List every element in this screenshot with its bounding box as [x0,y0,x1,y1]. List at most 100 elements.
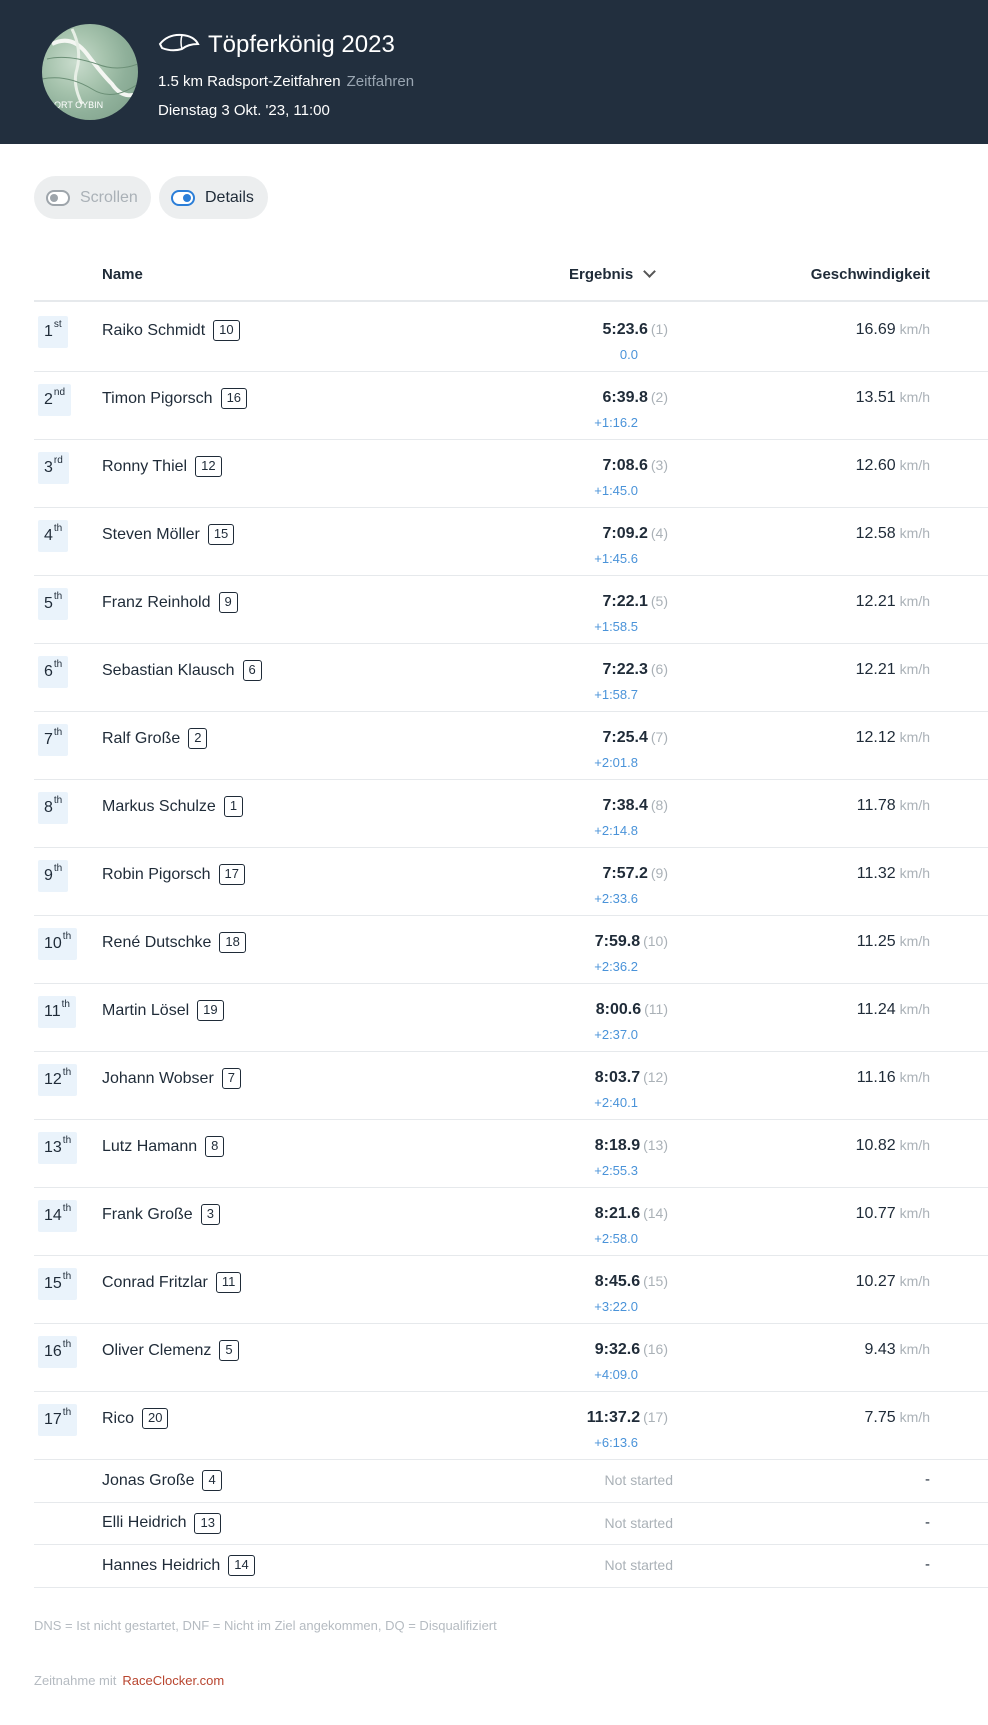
table-row[interactable]: 6th Sebastian Klausch 6 7:22.3 (6) +1:58.7 12.… [34,644,988,712]
time-gap: +1:58.5 [594,619,638,634]
rank-suffix: nd [53,387,66,398]
rank-suffix: th [53,523,63,534]
scroll-toggle[interactable]: Scrollen [34,176,151,219]
rider-name[interactable]: Oliver Clemenz 5 [102,1340,239,1361]
result-position: (9) [650,865,668,881]
rider-name[interactable]: Rico 20 [102,1408,169,1429]
rank-number: 11 [44,1003,61,1020]
rank-number: 16 [44,1343,62,1360]
rank-badge: 5th [38,588,69,620]
table-row[interactable]: 12th Johann Wobser 7 8:03.7 (12) +2:40.1 11.16… [34,1052,988,1120]
result-time: 5:23.6 (1) [603,321,669,339]
table-row[interactable]: 5th Franz Reinhold 9 7:22.1 (5) +1:58.5 12.21 k… [34,576,988,644]
rank-suffix: th [62,1135,72,1146]
result-time-value: 8:03.7 [594,1069,641,1086]
result-position: (16) [643,1341,668,1357]
table-row-not-started[interactable]: Jonas Große 4 Not started - [34,1460,988,1503]
result-position: (2) [650,389,668,405]
event-distance-type: 1.5 km Radsport-Zeitfahren [158,73,341,90]
rider-name[interactable]: René Dutschke 18 [102,932,246,953]
speed-unit: km/h [899,933,930,949]
bib-number: 19 [197,1000,224,1021]
average-speed: 10.77 km/h [856,1205,930,1223]
rider-name-text: Ralf Große [102,729,181,747]
rider-name[interactable]: Robin Pigorsch 17 [102,864,245,885]
course-map-thumbnail[interactable]: ORT OYBIN [42,24,138,120]
rider-name[interactable]: Ralf Große 2 [102,728,208,749]
rank-badge: 4th [38,520,69,552]
speed-unit: km/h [899,1341,930,1357]
result-time: 7:22.1 (5) [603,593,669,611]
table-row[interactable]: 10th René Dutschke 18 7:59.8 (10) +2:36.2 11.2… [34,916,988,984]
rank-badge: 13th [38,1132,78,1164]
details-toggle[interactable]: Details [159,176,268,219]
table-row[interactable]: 13th Lutz Hamann 8 8:18.9 (13) +2:55.3 10.82 km… [34,1120,988,1188]
average-speed: 12.12 km/h [856,729,930,747]
time-gap: +2:01.8 [594,755,638,770]
rider-name[interactable]: Markus Schulze 1 [102,796,244,817]
rank-suffix: th [61,999,70,1010]
table-row[interactable]: 17th Rico 20 11:37.2 (17) +6:13.6 7.75 km/h [34,1392,988,1460]
table-row[interactable]: 7th Ralf Große 2 7:25.4 (7) +2:01.8 12.12 km/h [34,712,988,780]
bib-number: 1 [223,796,244,817]
rider-name[interactable]: Jonas Große 4 [102,1470,222,1491]
rider-name[interactable]: Ronny Thiel 12 [102,456,222,477]
rider-name-text: Ronny Thiel [102,457,188,475]
raceclocker-link[interactable]: RaceClocker.com [122,1673,224,1688]
chevron-down-icon [643,265,657,278]
rider-name[interactable]: Elli Heidrich 13 [102,1512,221,1534]
table-row[interactable]: 15th Conrad Fritzlar 11 8:45.6 (15) +3:22.0 10… [34,1256,988,1324]
result-time-value: 8:45.6 [594,1273,641,1290]
table-row[interactable]: 2nd Timon Pigorsch 16 6:39.8 (2) +1:16.2 13.51… [34,372,988,440]
rider-name-text: Conrad Fritzlar [102,1273,208,1291]
result-time: 7:38.4 (8) [603,797,669,815]
rider-name[interactable]: Frank Große 3 [102,1204,220,1225]
rank-suffix: st [53,319,62,330]
table-row[interactable]: 9th Robin Pigorsch 17 7:57.2 (9) +2:33.6 11.32… [34,848,988,916]
result-time: 8:21.6 (14) [595,1205,668,1223]
table-row[interactable]: 16th Oliver Clemenz 5 9:32.6 (16) +4:09.0 9.43… [34,1324,988,1392]
time-gap: +1:45.0 [594,483,638,498]
rank-badge: 1st [38,316,68,348]
table-row[interactable]: 11th Martin Lösel 19 8:00.6 (11) +2:37.0 11.24… [34,984,988,1052]
result-time: 7:25.4 (7) [603,729,669,747]
result-position: (15) [643,1273,668,1289]
result-time: 7:57.2 (9) [603,865,669,883]
rider-name-text: Sebastian Klausch [102,661,235,679]
rider-name[interactable]: Sebastian Klausch 6 [102,660,262,681]
bib-number: 4 [202,1470,222,1491]
result-time: 8:18.9 (13) [595,1137,668,1155]
rider-name[interactable]: Conrad Fritzlar 11 [102,1272,242,1293]
rank-badge: 16th [38,1336,78,1368]
speed-value: 11.78 [856,797,896,814]
column-header-result[interactable]: Ergebnis [569,265,657,283]
rank-number: 15 [44,1275,62,1292]
bib-number: 15 [207,524,235,545]
bib-number: 5 [219,1340,239,1361]
table-row-not-started[interactable]: Hannes Heidrich 14 Not started - [34,1545,988,1588]
rank-suffix: th [53,795,63,806]
rank-badge: 3rd [38,452,69,484]
result-time-value: 5:23.6 [602,321,648,338]
table-row[interactable]: 14th Frank Große 3 8:21.6 (14) +2:58.0 10.77 km… [34,1188,988,1256]
table-row[interactable]: 1st Raiko Schmidt 10 5:23.6 (1) 0.0 16.69 km/h [34,304,988,372]
time-gap: +2:58.0 [594,1231,638,1246]
rider-name[interactable]: Raiko Schmidt 10 [102,320,240,341]
table-row-not-started[interactable]: Elli Heidrich 13 Not started - [34,1503,988,1545]
table-row[interactable]: 8th Markus Schulze 1 7:38.4 (8) +2:14.8 11.78 k… [34,780,988,848]
table-row[interactable]: 3rd Ronny Thiel 12 7:08.6 (3) +1:45.0 12.60 km/… [34,440,988,508]
table-row[interactable]: 4th Steven Möller 15 7:09.2 (4) +1:45.6 12.58 k… [34,508,988,576]
rider-name[interactable]: Lutz Hamann 8 [102,1136,225,1157]
column-header-speed[interactable]: Geschwindigkeit [811,266,930,283]
rider-name[interactable]: Hannes Heidrich 14 [102,1555,255,1576]
speed-unit: km/h [899,1137,930,1153]
rider-name[interactable]: Johann Wobser 7 [102,1068,242,1089]
rider-name[interactable]: Timon Pigorsch 16 [102,388,248,409]
column-header-name[interactable]: Name [102,266,143,283]
rider-name[interactable]: Franz Reinhold 9 [102,592,238,613]
rank-number: 1 [44,323,53,340]
result-time-value: 7:22.1 [602,593,648,610]
rider-name[interactable]: Martin Lösel 19 [102,1000,224,1021]
rider-name[interactable]: Steven Möller 15 [102,524,235,545]
average-speed: 12.21 km/h [856,593,930,611]
